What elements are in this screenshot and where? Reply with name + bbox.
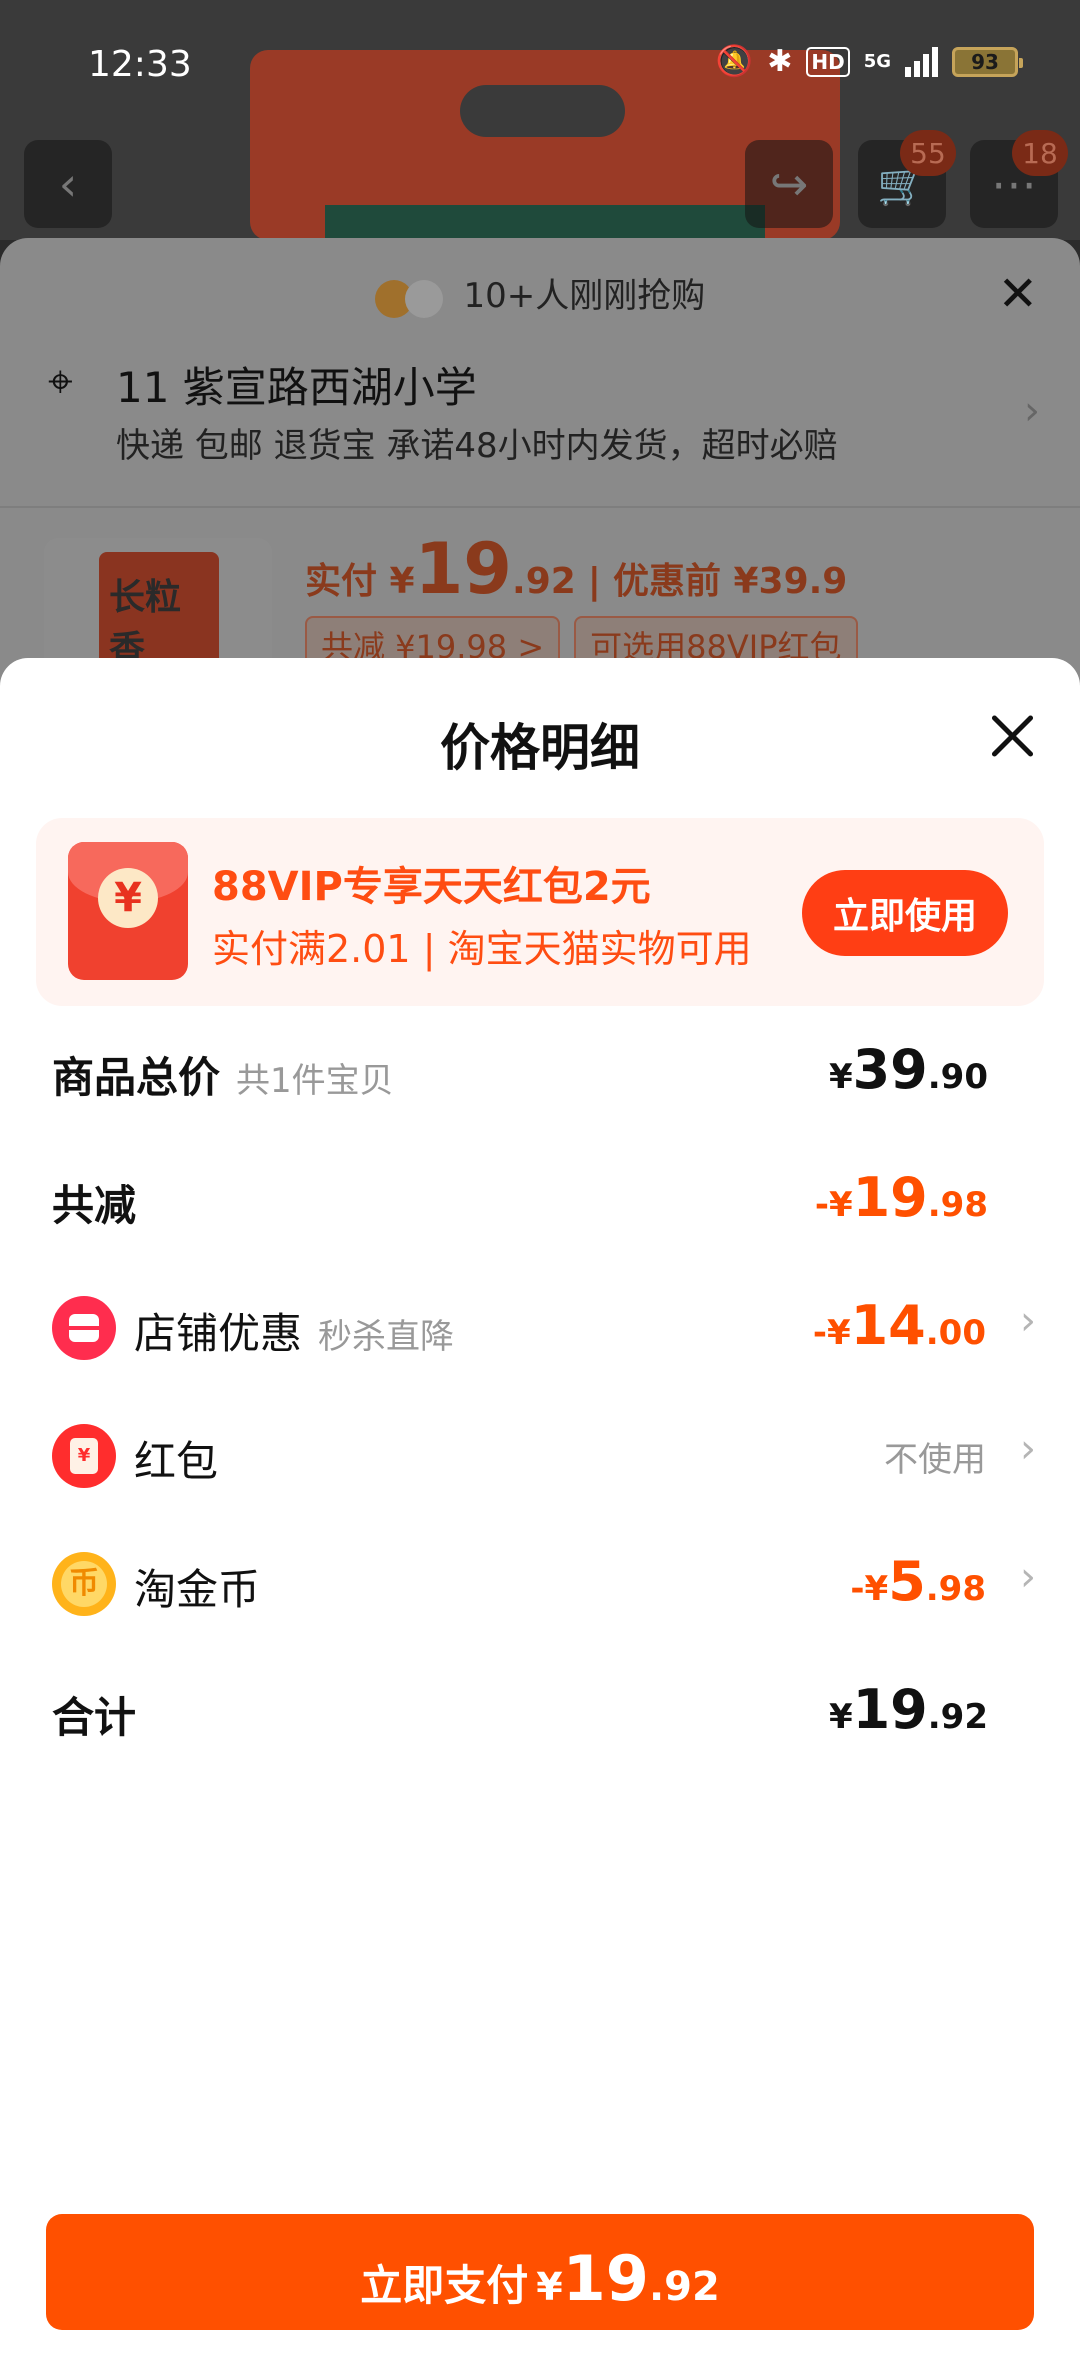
recent-buyers: 10+人刚刚抢购 (0, 268, 1080, 318)
close-icon[interactable] (988, 712, 1036, 760)
back-button[interactable]: ‹ (24, 140, 112, 228)
shipping-info: 快递 包邮 退货宝 承诺48小时内发货，超时必赔 (116, 426, 838, 466)
chevron-right-icon: › (1020, 1426, 1036, 1472)
signal-icon (905, 46, 938, 77)
chevron-right-icon: › (1024, 388, 1040, 434)
pay-button-label: 立即支付 (360, 2261, 529, 2310)
cart-button[interactable]: 🛒 55 (858, 130, 956, 228)
gold-coin-value: -¥5.98 (850, 1550, 986, 1613)
total-discount-value: -¥19.98 (814, 1166, 988, 1229)
red-packet-label: 红包 (134, 1437, 219, 1486)
gold-coin-icon (52, 1552, 116, 1616)
vip-redpack-banner: ¥ 88VIP专享天天红包2元 实付满2.01 | 淘宝天猫实物可用 立即使用 (36, 818, 1044, 1006)
red-packet-status: 不使用 (884, 1440, 986, 1480)
price-detail-sheet: 价格明细 ¥ 88VIP专享天天红包2元 实付满2.01 | 淘宝天猫实物可用 … (0, 658, 1080, 2376)
shop-discount-value: -¥14.00 (812, 1294, 986, 1357)
row-label: 店铺优惠 秒杀直降 (134, 1300, 454, 1361)
status-bar: 12:33 🔕 ✱ HD 5G 93 (0, 0, 1080, 130)
vip-banner-subtitle: 实付满2.01 | 淘宝天猫实物可用 (212, 927, 752, 971)
goods-total-value: ¥39.90 (828, 1038, 988, 1101)
shop-discount-label: 店铺优惠 (134, 1309, 303, 1358)
flash-sale-hint: 秒杀直降 (318, 1317, 455, 1357)
row-label: 商品总价 共1件宝贝 (52, 1044, 394, 1105)
shop-icon (52, 1296, 116, 1360)
price-int: 19 (414, 528, 513, 610)
goods-total-label: 商品总价 (52, 1053, 221, 1102)
grand-total-value: ¥19.92 (828, 1678, 988, 1741)
price-prefix: 实付 ¥ (305, 561, 415, 602)
bluetooth-icon: ✱ (767, 44, 793, 79)
red-packet-icon: ¥ (68, 842, 188, 980)
network-type: 5G (863, 51, 891, 72)
share-icon: ↪ (769, 157, 809, 211)
redpack-coin: ¥ (98, 868, 158, 928)
status-time: 12:33 (88, 44, 192, 85)
row-shop-discount[interactable]: 店铺优惠 秒杀直降 -¥14.00 › (0, 1276, 1080, 1376)
chevron-right-icon: › (1020, 1298, 1036, 1344)
grand-total-label: 合计 (52, 1693, 137, 1742)
vip-banner-title: 88VIP专享天天红包2元 (212, 864, 651, 910)
product-bag-strip (325, 205, 765, 240)
order-sheet-close-icon[interactable]: ✕ (998, 266, 1038, 322)
message-badge: 18 (1012, 130, 1068, 176)
share-button[interactable]: ↪ (745, 140, 833, 228)
row-grand-total: 合计 ¥19.92 (0, 1660, 1080, 1760)
avatar (404, 279, 443, 318)
row-goods-total: 商品总价 共1件宝贝 ¥39.90 (0, 1020, 1080, 1120)
mute-icon: 🔕 (715, 44, 754, 79)
goods-count-hint: 共1件宝贝 (236, 1061, 394, 1101)
cart-badge: 55 (900, 130, 956, 176)
order-confirm-sheet: 10+人刚刚抢购 ✕ ⌖ 11 紫宣路西湖小学 快递 包邮 退货宝 承诺48小时… (0, 238, 1080, 702)
delivery-address: 11 紫宣路西湖小学 (116, 363, 477, 412)
recent-buyers-text: 10+人刚刚抢购 (463, 276, 706, 316)
order-price: 实付 ¥19.92 | 优惠前 ¥39.9 (305, 528, 848, 610)
status-icons: 🔕 ✱ HD 5G 93 (715, 44, 1023, 79)
sheet-title: 价格明细 (440, 719, 640, 777)
row-total-discount: 共减 -¥19.98 (0, 1148, 1080, 1248)
buyer-avatars (374, 277, 443, 318)
pay-button-int: 19 (562, 2242, 649, 2315)
gold-coin-label: 淘金币 (134, 1565, 261, 1614)
back-icon: ‹ (58, 157, 78, 211)
original-price: 优惠前 ¥39.9 (612, 561, 848, 602)
red-packet-icon (52, 1424, 116, 1488)
use-now-button[interactable]: 立即使用 (802, 870, 1008, 956)
row-red-packet[interactable]: 红包 不使用 › (0, 1404, 1080, 1504)
battery-icon: 93 (952, 46, 1023, 77)
hd-icon: HD (806, 46, 850, 77)
row-gold-coin[interactable]: 淘金币 -¥5.98 › (0, 1532, 1080, 1632)
pay-button-yen: ¥ (536, 2265, 563, 2309)
price-dec: .92 (512, 561, 576, 602)
pay-button-dec: .92 (648, 2264, 720, 2310)
total-discount-label: 共减 (52, 1181, 137, 1230)
chevron-right-icon: › (1020, 1554, 1036, 1600)
address-row[interactable]: ⌖ 11 紫宣路西湖小学 快递 包邮 退货宝 承诺48小时内发货，超时必赔 › (0, 338, 1080, 508)
more-button[interactable]: ⋯ 18 (970, 130, 1068, 228)
pay-now-button[interactable]: 立即支付 ¥19.92 (46, 2214, 1034, 2330)
location-pin-icon: ⌖ (48, 356, 73, 407)
